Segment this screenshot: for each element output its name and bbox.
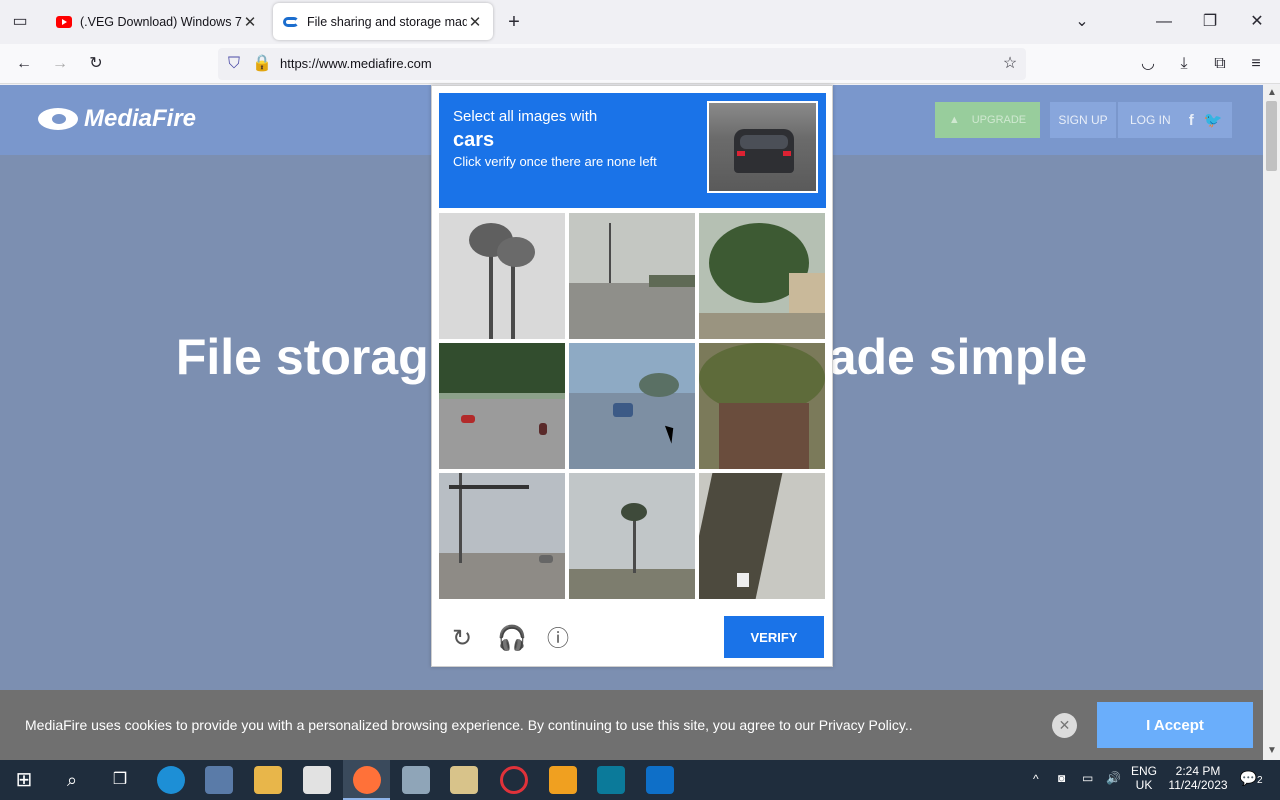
new-tab-button[interactable]: + xyxy=(500,10,528,34)
language-indicator[interactable]: ENG UK xyxy=(1130,764,1158,792)
captcha-hint: Click verify once there are none left xyxy=(453,154,657,169)
refresh-icon[interactable]: ↻ xyxy=(449,626,475,652)
close-window-button[interactable]: ✕ xyxy=(1243,10,1271,34)
scroll-thumb[interactable] xyxy=(1266,101,1277,171)
log-in-label: LOG IN xyxy=(1130,113,1171,127)
notification-count: 2 xyxy=(1256,775,1263,786)
show-hidden-icons[interactable]: ^ xyxy=(1033,772,1039,786)
reload-icon[interactable]: ↻ xyxy=(82,52,110,76)
captcha-image-grid xyxy=(439,213,826,600)
vscode-icon[interactable] xyxy=(646,766,674,794)
captcha-tile-5[interactable] xyxy=(569,343,695,469)
captcha-tile-6[interactable] xyxy=(699,343,825,469)
url-bar[interactable]: ⛉ 🔒 https://www.mediafire.com ☆ xyxy=(218,48,1026,80)
scroll-down-icon[interactable]: ▼ xyxy=(1267,745,1277,756)
url-text: https://www.mediafire.com xyxy=(280,56,432,71)
close-icon[interactable]: ✕ xyxy=(1052,713,1077,738)
opera-icon[interactable] xyxy=(500,766,528,794)
firefox-icon[interactable] xyxy=(353,766,381,794)
captcha-tile-2[interactable] xyxy=(569,213,695,339)
app-icon[interactable] xyxy=(597,766,625,794)
cookie-text: MediaFire uses cookies to provide you wi… xyxy=(25,717,913,733)
captcha-example-image xyxy=(707,101,818,193)
forward-icon[interactable]: → xyxy=(46,52,74,76)
captcha-tile-8[interactable] xyxy=(569,473,695,599)
date: 11/24/2023 xyxy=(1168,778,1228,792)
car-image xyxy=(734,129,794,173)
menu-icon[interactable]: ≡ xyxy=(1242,52,1270,76)
flame-icon xyxy=(38,108,78,130)
sign-up-label: SIGN UP xyxy=(1058,113,1108,127)
tab-veg-download[interactable]: (.VEG Download) Windows 7 So ✕ xyxy=(46,3,268,40)
task-view-icon[interactable]: ❒ xyxy=(106,766,134,794)
app-icon[interactable] xyxy=(205,766,233,794)
list-all-tabs-icon[interactable]: ⌄ xyxy=(1068,10,1096,34)
accept-cookies-button[interactable]: I Accept xyxy=(1097,702,1253,748)
lock-icon[interactable]: 🔒 xyxy=(248,52,276,76)
tray-icon[interactable]: ◙ xyxy=(1058,771,1065,785)
captcha-tile-7[interactable] xyxy=(439,473,565,599)
captcha-tile-9[interactable] xyxy=(699,473,825,599)
hero-left-text: File storag xyxy=(175,329,429,385)
windows-taskbar: ⊞ ⌕ ❒ ^ ◙ ▭ 🔊 ENG UK 2:24 PM 11/24/2023 … xyxy=(0,760,1280,800)
keyboard-layout: UK xyxy=(1135,778,1153,792)
mediafire-logo[interactable]: MediaFire xyxy=(38,105,196,133)
store-icon[interactable] xyxy=(303,766,331,794)
pocket-icon[interactable]: ◡ xyxy=(1134,52,1162,76)
close-tab-icon[interactable]: ✕ xyxy=(467,13,483,31)
info-icon[interactable]: ⓘ xyxy=(545,626,571,652)
language-code: ENG xyxy=(1130,764,1157,778)
back-icon[interactable]: ← xyxy=(10,52,38,76)
volume-icon[interactable]: 🔊 xyxy=(1106,771,1121,785)
sign-up-button[interactable]: SIGN UP xyxy=(1050,102,1116,138)
app-icon[interactable] xyxy=(549,766,577,794)
shield-icon[interactable]: ⛉ xyxy=(220,52,248,76)
search-icon[interactable]: ⌕ xyxy=(58,766,86,794)
windows-start-icon[interactable]: ⊞ xyxy=(10,766,38,794)
time: 2:24 PM xyxy=(1175,764,1221,778)
minimize-button[interactable]: — xyxy=(1150,10,1178,34)
hero-right-text: ade simple xyxy=(828,329,1088,385)
app-icon[interactable] xyxy=(402,766,430,794)
clock[interactable]: 2:24 PM 11/24/2023 xyxy=(1162,764,1234,792)
extensions-icon[interactable]: ⧉ xyxy=(1206,52,1234,76)
app-icon[interactable] xyxy=(450,766,478,794)
upgrade-label: UPGRADE xyxy=(971,114,1027,126)
navigation-bar: ← → ↻ ⛉ 🔒 https://www.mediafire.com ☆ ◡ … xyxy=(0,44,1280,84)
downloads-icon[interactable]: ⤓ xyxy=(1170,52,1198,76)
tab-list-icon[interactable]: ▭ xyxy=(6,10,34,34)
tab-mediafire[interactable]: File sharing and storage made s ✕ xyxy=(273,3,493,40)
restore-button[interactable]: ❐ xyxy=(1196,10,1224,34)
twitter-icon[interactable]: 🐦 xyxy=(1204,111,1223,129)
verify-button[interactable]: VERIFY xyxy=(724,616,824,658)
scroll-up-icon[interactable]: ▲ xyxy=(1267,87,1277,98)
upgrade-button[interactable]: ▲ UPGRADE xyxy=(935,102,1040,138)
headphones-icon[interactable]: 🎧 xyxy=(497,626,527,652)
captcha-footer: ↻ 🎧 ⓘ VERIFY xyxy=(432,606,832,666)
upgrade-icon: ▲ xyxy=(948,114,960,126)
tab-title: File sharing and storage made s xyxy=(307,14,467,29)
facebook-icon[interactable]: f xyxy=(1189,112,1194,129)
captcha-prompt: Select all images with cars Click verify… xyxy=(439,93,826,208)
edge-icon[interactable] xyxy=(157,766,185,794)
close-tab-icon[interactable]: ✕ xyxy=(242,13,258,31)
bookmark-star-icon[interactable]: ☆ xyxy=(996,52,1024,76)
captcha-target: cars xyxy=(453,129,495,151)
notification-icon[interactable]: 💬2 xyxy=(1238,770,1264,787)
log-in-button[interactable]: LOG IN f 🐦 xyxy=(1118,102,1232,138)
captcha-tile-3[interactable] xyxy=(699,213,825,339)
captcha-challenge: Select all images with cars Click verify… xyxy=(431,85,833,667)
mediafire-favicon xyxy=(283,16,299,27)
captcha-tile-4[interactable] xyxy=(439,343,565,469)
tab-title: (.VEG Download) Windows 7 So xyxy=(80,14,242,29)
captcha-tile-1[interactable] xyxy=(439,213,565,339)
youtube-icon xyxy=(56,15,72,28)
captcha-instruction: Select all images with xyxy=(453,108,598,125)
page-scrollbar[interactable]: ▲ ▼ xyxy=(1263,85,1280,760)
cookie-banner: MediaFire uses cookies to provide you wi… xyxy=(0,690,1263,760)
file-explorer-icon[interactable] xyxy=(254,766,282,794)
logo-text: MediaFire xyxy=(84,105,197,132)
tab-bar: ▭ (.VEG Download) Windows 7 So ✕ File sh… xyxy=(0,0,1280,44)
network-icon[interactable]: ▭ xyxy=(1082,771,1093,785)
